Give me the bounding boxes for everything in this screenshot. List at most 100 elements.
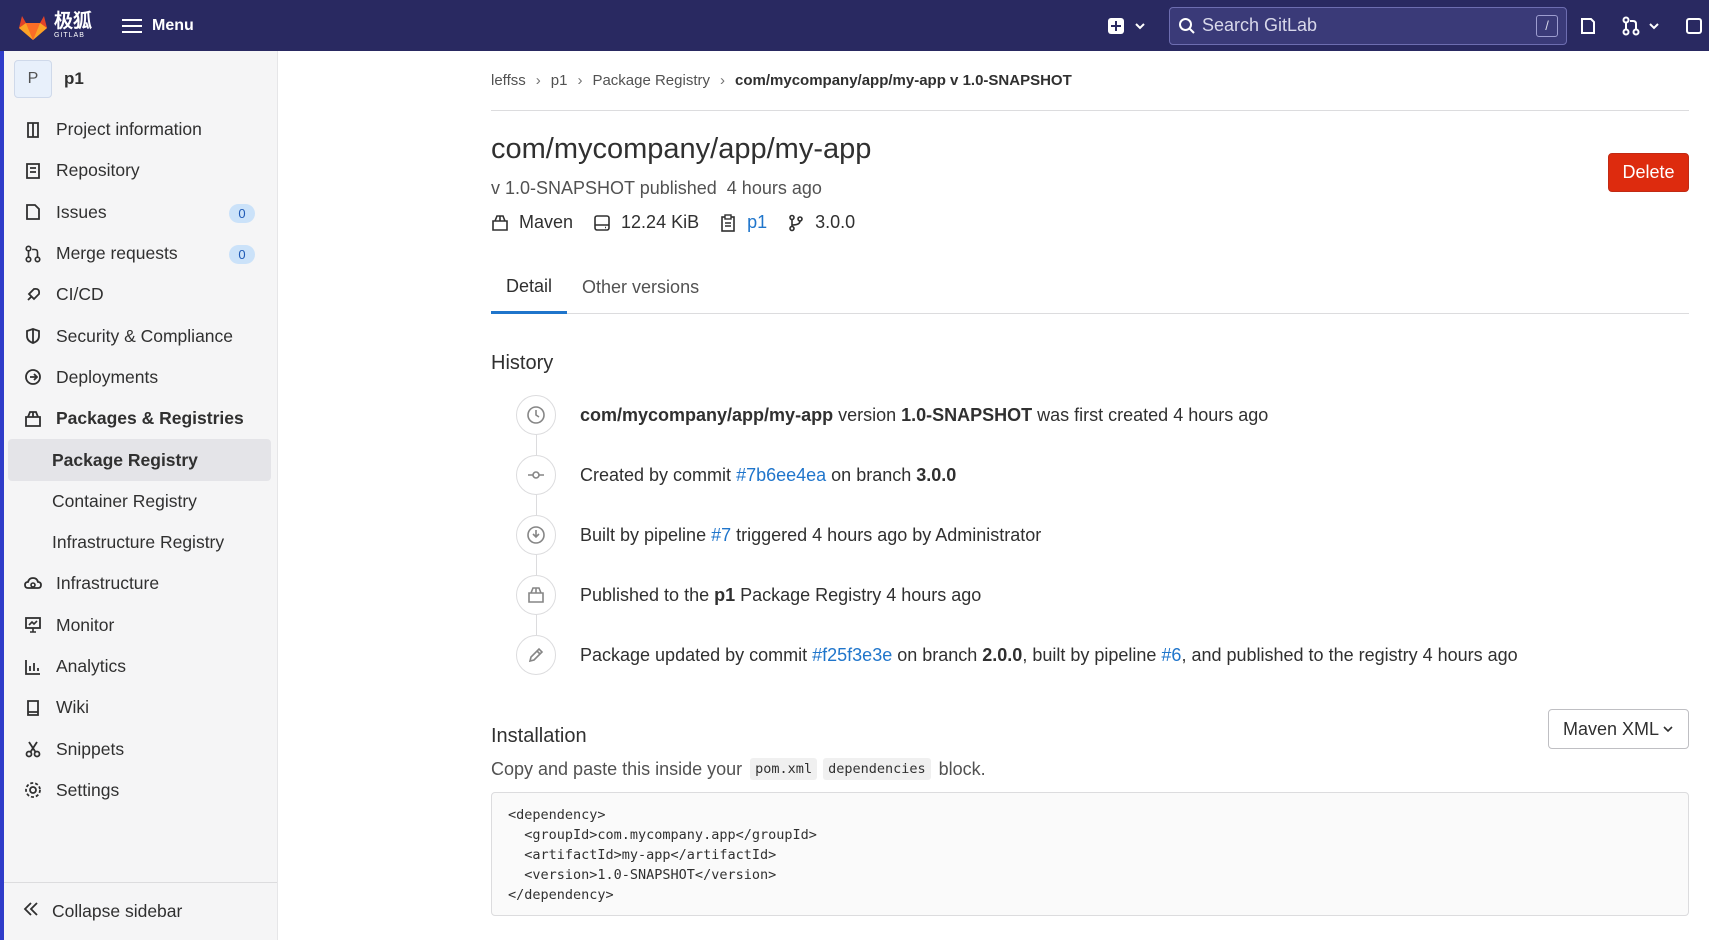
merge-requests-dropdown[interactable] — [1621, 16, 1661, 36]
sidebar-item-label: Security & Compliance — [56, 325, 234, 346]
sidebar-item-cicd[interactable]: CI/CD — [4, 274, 277, 315]
sidebar-item-label: Issues — [56, 201, 107, 222]
sidebar-item-merge-requests[interactable]: Merge requests 0 — [4, 233, 277, 274]
history-item: Published to the p1 Package Registry 4 h… — [491, 565, 1689, 625]
inline-code: pom.xml — [750, 758, 818, 780]
sidebar-item-project-information[interactable]: Project information — [4, 109, 277, 150]
sidebar-item-security-compliance[interactable]: Security & Compliance — [4, 315, 277, 356]
breadcrumb-item[interactable]: Package Registry — [592, 72, 710, 89]
project-avatar: P — [14, 60, 52, 98]
collapse-sidebar-label: Collapse sidebar — [52, 901, 183, 921]
delete-button[interactable]: Delete — [1608, 153, 1689, 192]
history-text-part: triggered 4 hours ago by Administrator — [731, 524, 1042, 545]
sidebar-item-infrastructure[interactable]: Infrastructure — [4, 563, 277, 604]
sidebar-item-packages-registries[interactable]: Packages & Registries — [4, 398, 277, 439]
history-text-part: Created by commit — [580, 464, 737, 485]
history-version: 1.0-SNAPSHOT — [901, 404, 1033, 425]
clipboard-icon — [719, 213, 737, 232]
chart-icon — [22, 656, 44, 678]
sidebar-item-label: Project information — [56, 119, 202, 140]
sidebar-item-label: Package Registry — [52, 449, 198, 470]
sidebar-item-label: Deployments — [56, 366, 159, 387]
clock-icon — [516, 395, 556, 435]
history-text: Built by pipeline #7 triggered 4 hours a… — [580, 525, 1041, 546]
rocket-icon — [22, 284, 44, 306]
merge-requests-count-badge: 0 — [229, 244, 255, 264]
deployments-icon — [22, 366, 44, 388]
history-item: Built by pipeline #7 triggered 4 hours a… — [491, 505, 1689, 565]
sidebar-item-deployments[interactable]: Deployments — [4, 357, 277, 398]
history-project: p1 — [714, 584, 736, 605]
inline-code: dependencies — [823, 758, 931, 780]
sidebar-item-container-registry[interactable]: Container Registry — [4, 481, 277, 522]
sidebar-item-snippets[interactable]: Snippets — [4, 728, 277, 769]
sidebar-item-package-registry[interactable]: Package Registry — [8, 439, 271, 481]
pencil-icon — [516, 635, 556, 675]
project-header[interactable]: P p1 — [4, 57, 277, 101]
package-icon — [491, 214, 509, 232]
gear-icon — [22, 779, 44, 801]
todos-button[interactable] — [1685, 17, 1703, 35]
commit-link[interactable]: #7b6ee4ea — [736, 465, 826, 485]
installation-section: Installation Maven XML Copy and paste th… — [491, 709, 1689, 916]
tab-detail[interactable]: Detail — [491, 261, 568, 314]
history-text-part: , and published to the registry 4 hours … — [1181, 644, 1518, 665]
search-icon — [1179, 17, 1195, 34]
package-branch: 3.0.0 — [787, 212, 855, 233]
install-format-select[interactable]: Maven XML — [1548, 709, 1689, 749]
package-icon — [22, 408, 44, 430]
sidebar-item-repository[interactable]: Repository — [4, 150, 277, 191]
breadcrumb-separator-icon: › — [720, 72, 725, 89]
chevron-down-icon — [1649, 22, 1659, 29]
search-box[interactable]: / — [1169, 6, 1567, 45]
sidebar-item-infrastructure-registry[interactable]: Infrastructure Registry — [4, 522, 277, 563]
pipeline-link[interactable]: #7 — [711, 525, 731, 545]
project-info-icon — [22, 119, 44, 141]
history-text-part: Package updated by commit — [580, 644, 813, 665]
breadcrumb-current[interactable]: com/mycompany/app/my-app v 1.0-SNAPSHOT — [735, 72, 1072, 89]
history-item: Created by commit #7b6ee4ea on branch 3.… — [491, 445, 1689, 505]
package-version-published: v 1.0-SNAPSHOT published — [491, 178, 717, 198]
fox-logo-icon — [19, 15, 47, 40]
collapse-sidebar-button[interactable]: Collapse sidebar — [4, 882, 277, 940]
issues-shortcut-button[interactable] — [1579, 17, 1597, 35]
todo-icon — [1686, 17, 1702, 34]
merge-request-icon — [22, 243, 44, 265]
search-input[interactable] — [1202, 15, 1536, 36]
brand-logo[interactable]: 极狐 GITLAB — [16, 11, 92, 41]
search-shortcut-hint: / — [1536, 14, 1558, 37]
breadcrumb-item[interactable]: leffss — [491, 72, 526, 89]
sidebar-item-analytics[interactable]: Analytics — [4, 646, 277, 687]
package-meta: Maven 12.24 KiB p1 3.0.0 — [491, 212, 1689, 233]
package-subtitle: v 1.0-SNAPSHOT published 4 hours ago — [491, 178, 1689, 199]
sidebar-item-settings[interactable]: Settings — [4, 770, 277, 811]
merge-request-icon — [1622, 16, 1640, 35]
create-new-button[interactable] — [1107, 17, 1147, 35]
history-package-name: com/mycompany/app/my-app — [580, 404, 834, 425]
sidebar-item-wiki[interactable]: Wiki — [4, 687, 277, 728]
package-project-link[interactable]: p1 — [747, 212, 767, 233]
installation-description: Copy and paste this inside your pom.xml … — [491, 758, 1689, 780]
cloud-gear-icon — [22, 573, 44, 595]
pipeline-link[interactable]: #6 — [1161, 645, 1181, 665]
book-icon — [22, 697, 44, 719]
history-text-part: on branch — [826, 464, 917, 485]
sidebar-item-label: Monitor — [56, 614, 115, 635]
brand-text: 极狐 GITLAB — [54, 12, 92, 39]
menu-button[interactable]: Menu — [122, 17, 194, 35]
issues-icon — [1581, 17, 1595, 34]
sidebar-item-label: Infrastructure — [56, 573, 160, 594]
tab-other-versions[interactable]: Other versions — [567, 261, 714, 314]
install-code-snippet[interactable]: <dependency> <groupId>com.mycompany.app<… — [491, 792, 1689, 916]
sidebar-item-monitor[interactable]: Monitor — [4, 605, 277, 646]
install-desc-text: block. — [938, 758, 986, 779]
brand-subname: GITLAB — [54, 32, 85, 39]
sidebar-item-issues[interactable]: Issues 0 — [4, 192, 277, 233]
sidebar-item-label: Settings — [56, 779, 120, 800]
commit-link[interactable]: #f25f3e3e — [812, 645, 892, 665]
sidebar-item-label: Infrastructure Registry — [52, 532, 225, 553]
package-size: 12.24 KiB — [593, 212, 699, 233]
menu-label: Menu — [152, 16, 194, 34]
sidebar-nav: Project information Repository Issues 0 … — [4, 109, 277, 811]
breadcrumb-item[interactable]: p1 — [551, 72, 568, 89]
